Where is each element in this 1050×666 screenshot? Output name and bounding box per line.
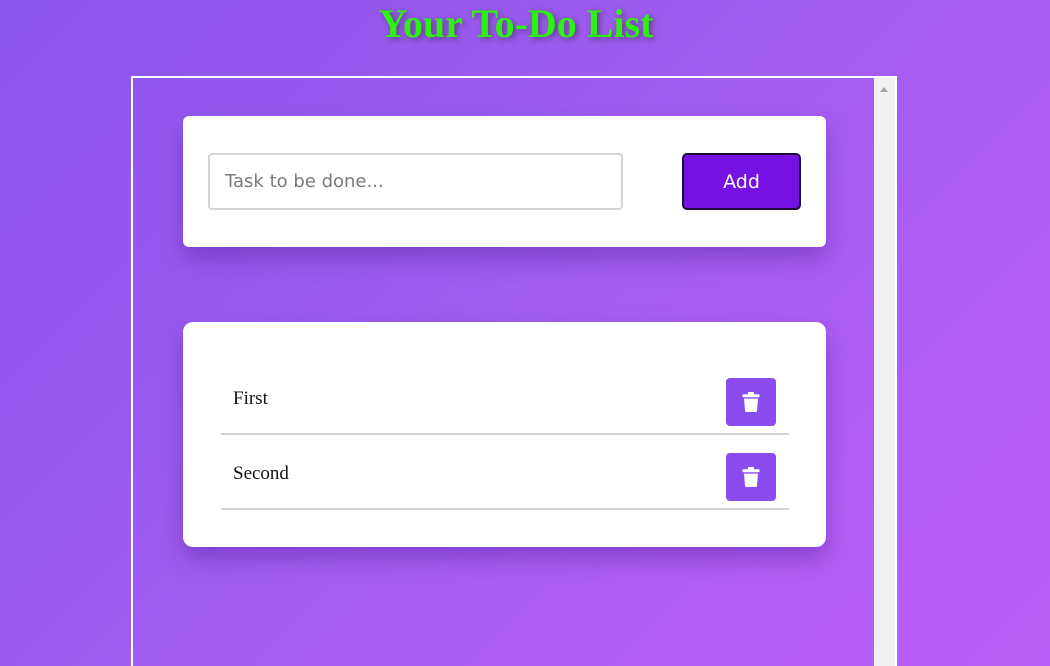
task-input[interactable] (208, 153, 623, 210)
task-item: First (221, 360, 789, 435)
vertical-scrollbar[interactable] (874, 78, 895, 666)
task-input-card: Add (183, 116, 826, 247)
task-text: Second (233, 463, 289, 484)
todo-frame: Add First Second (131, 76, 897, 666)
scroll-up-arrow-icon[interactable] (880, 87, 888, 92)
add-task-button[interactable]: Add (682, 153, 801, 210)
task-item: Second (221, 435, 789, 510)
delete-task-button[interactable] (726, 453, 776, 501)
page-title: Your To-Do List (378, 1, 654, 46)
trash-icon (742, 467, 760, 487)
task-list-card: First Second (183, 322, 826, 547)
delete-task-button[interactable] (726, 378, 776, 426)
trash-icon (742, 392, 760, 412)
task-text: First (233, 388, 268, 409)
task-list: First Second (221, 360, 789, 510)
